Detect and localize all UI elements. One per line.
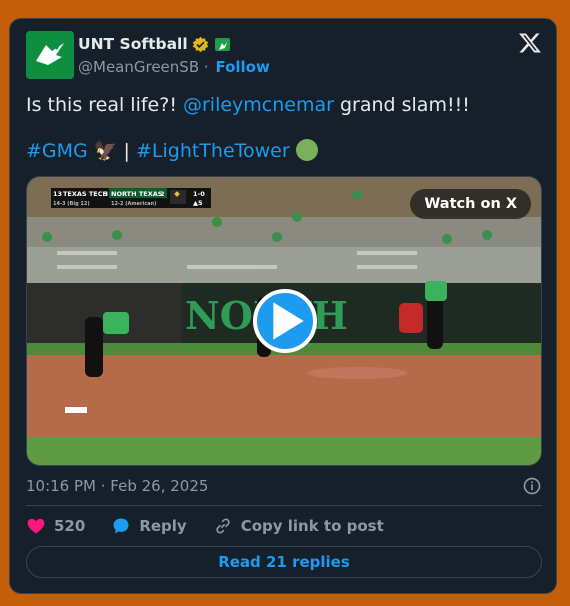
- watch-on-x-button[interactable]: Watch on X: [410, 189, 531, 219]
- reply-bubble-icon: [113, 518, 129, 534]
- scoreboard-inning: ▲5: [193, 199, 203, 207]
- hashtag-gmg-link[interactable]: #GMG: [26, 140, 88, 162]
- tweet-text-end: grand slam!!!: [333, 94, 470, 116]
- tweet-header: UNT Softball @MeanGreenSB · Follow: [26, 31, 542, 81]
- scoreboard-team1-score: 5: [103, 190, 108, 198]
- scoreboard-team1: TEXAS TECH: [63, 190, 108, 198]
- like-count: 520: [54, 517, 86, 535]
- scoreboard-team2: NORTH TEXAS: [111, 190, 163, 198]
- pipe-separator: |: [117, 140, 136, 162]
- like-button[interactable]: 520: [26, 516, 85, 536]
- post-timestamp[interactable]: 10:16 PM · Feb 26, 2025: [26, 477, 208, 495]
- heart-icon: [27, 518, 45, 534]
- author-handle[interactable]: @MeanGreenSB: [78, 58, 199, 76]
- link-icon: [216, 518, 230, 534]
- tweet-embed-card: UNT Softball @MeanGreenSB · Follow Is th…: [9, 18, 557, 594]
- scoreboard-team2-record: 12-2 (American): [111, 201, 156, 207]
- tweet-line-2: #GMG 🦅 | #LightTheTower: [26, 138, 542, 164]
- read-replies-button[interactable]: Read 21 replies: [26, 546, 542, 578]
- play-button[interactable]: [253, 289, 317, 353]
- action-bar: 520 Reply Copy link to post: [26, 515, 542, 537]
- affiliate-badge-icon: [214, 37, 230, 51]
- verified-badge-icon: [192, 36, 208, 52]
- x-logo-icon[interactable]: [518, 31, 542, 55]
- play-icon: [273, 302, 304, 340]
- divider: [26, 505, 542, 506]
- follow-button[interactable]: Follow: [215, 58, 269, 76]
- avatar[interactable]: [26, 31, 74, 79]
- copy-link-label: Copy link to post: [240, 517, 384, 535]
- reply-label: Reply: [139, 517, 187, 535]
- mention-link[interactable]: @rileymcnemar: [183, 94, 334, 116]
- hashtag-lightthetower-link[interactable]: #LightTheTower: [136, 140, 290, 162]
- tweet-line-1: Is this real life?! @rileymcnemar grand …: [26, 92, 542, 118]
- info-icon[interactable]: [522, 476, 542, 496]
- green-circle-icon: [295, 139, 318, 161]
- display-name[interactable]: UNT Softball: [78, 35, 188, 53]
- separator: ·: [203, 58, 209, 76]
- tweet-text: Is this real life?! @rileymcnemar grand …: [26, 92, 542, 164]
- video-player[interactable]: NORTH 13 TEXAS TECH 5: [26, 176, 542, 466]
- author-block: UNT Softball @MeanGreenSB · Follow: [78, 33, 270, 78]
- copy-link-button[interactable]: Copy link to post: [213, 516, 384, 536]
- tweet-text-start: Is this real life?!: [26, 94, 183, 116]
- scoreboard-count: 1-0: [193, 190, 205, 198]
- scoreboard-team2-score: 2: [160, 190, 165, 198]
- timestamp-row: 10:16 PM · Feb 26, 2025: [26, 475, 542, 497]
- eagle-emoji: 🦅: [93, 140, 118, 162]
- scoreboard-team1-rank: 13: [53, 190, 62, 198]
- scoreboard-team1-record: 14-3 (Big 12): [53, 201, 90, 207]
- reply-button[interactable]: Reply: [111, 516, 187, 536]
